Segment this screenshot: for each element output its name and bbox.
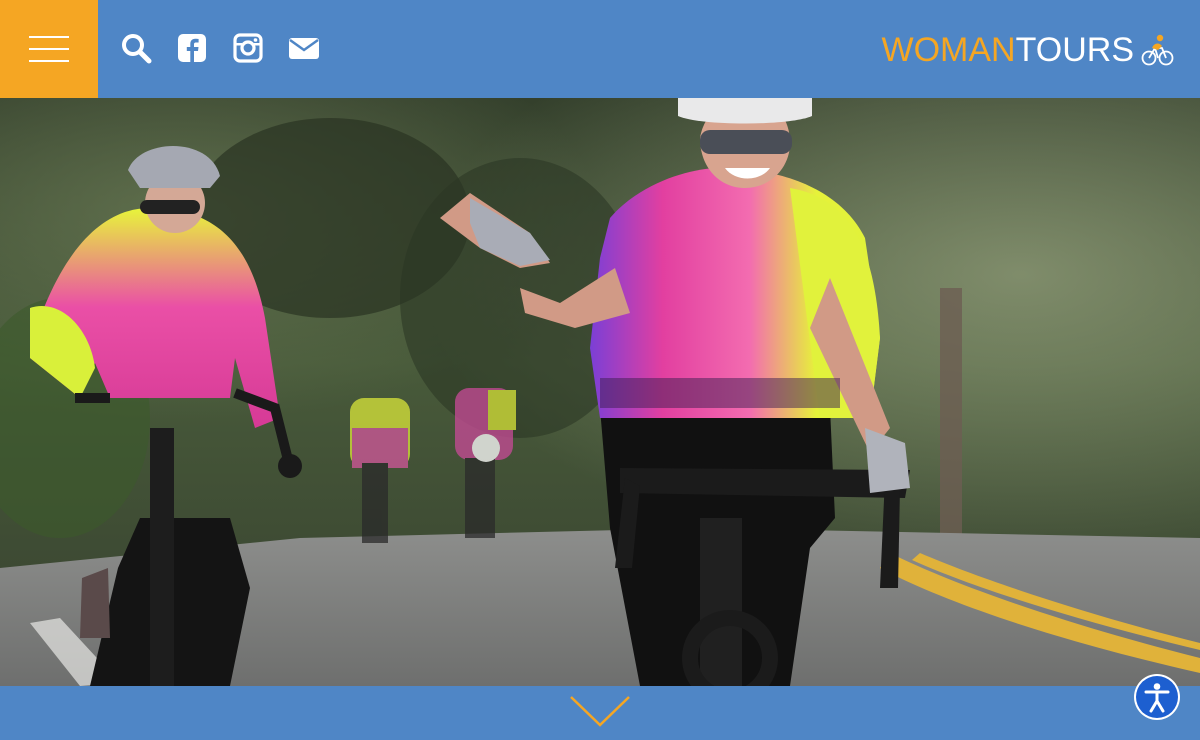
- header-icons: [120, 32, 320, 64]
- hero-photo: [0, 98, 1200, 686]
- site-footer: [0, 686, 1200, 740]
- hamburger-line: [29, 48, 69, 50]
- cyclist-logo-icon: [1141, 34, 1174, 66]
- hamburger-line: [29, 36, 69, 38]
- site-logo[interactable]: WOMAN TOURS: [882, 30, 1174, 70]
- logo-tours: TOURS: [1015, 31, 1134, 69]
- search-icon[interactable]: [120, 32, 152, 64]
- site-header: WOMAN TOURS: [0, 0, 1200, 98]
- accessibility-button[interactable]: [1134, 674, 1180, 720]
- hamburger-line: [29, 60, 69, 62]
- chevron-down-icon[interactable]: [568, 694, 632, 730]
- facebook-icon[interactable]: [176, 32, 208, 64]
- accessibility-icon: [1136, 676, 1178, 718]
- envelope-icon[interactable]: [288, 32, 320, 64]
- menu-button[interactable]: [0, 0, 98, 98]
- logo-woman: WOMAN: [881, 31, 1016, 69]
- instagram-icon[interactable]: [232, 32, 264, 64]
